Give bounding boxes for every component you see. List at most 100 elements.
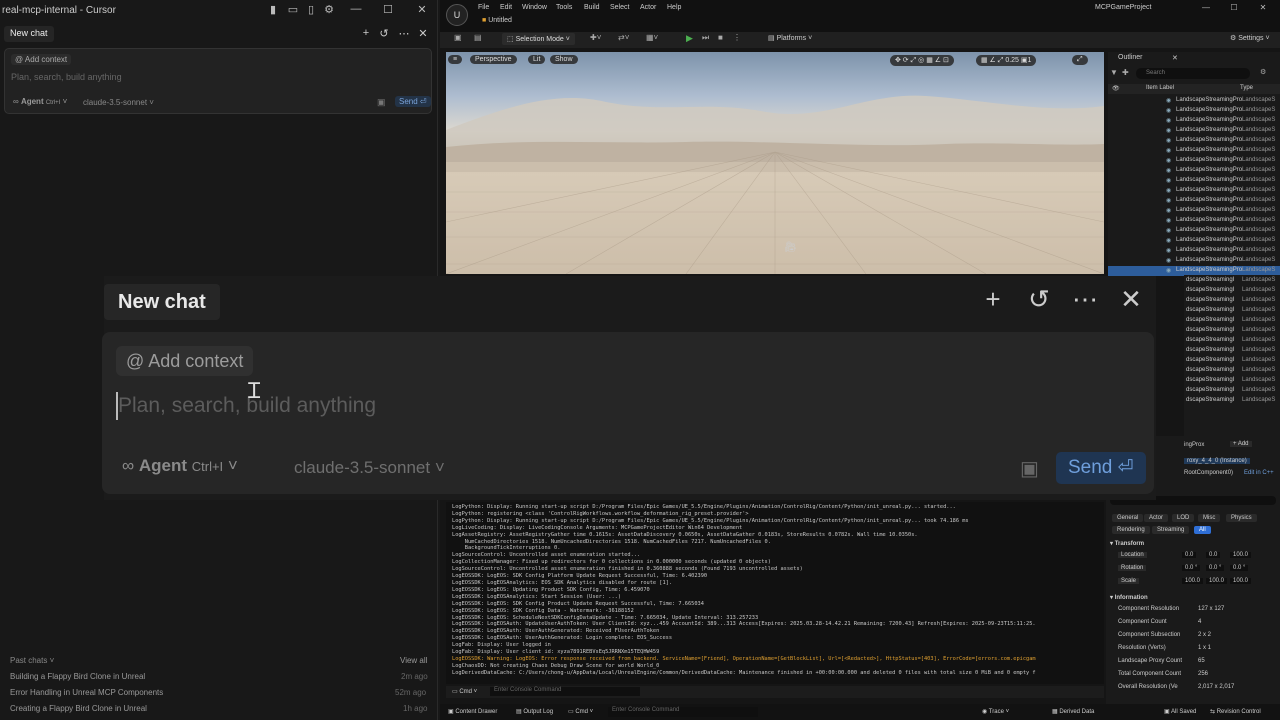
selection-mode-dropdown[interactable]: ⬚ Selection Mode ˅ <box>502 33 575 45</box>
outliner-row[interactable]: ◉ LandscapeStreamingPro LandscapeS <box>1108 196 1280 206</box>
zoom-send-button[interactable]: Send ⏎ <box>1056 452 1146 484</box>
more-options-icon[interactable]: ⋯ <box>397 27 411 40</box>
history-icon[interactable]: ↺ <box>377 27 391 40</box>
viewport-menu-icon[interactable]: ≡ <box>448 55 463 64</box>
derived-data-button[interactable]: ▦ Derived Data <box>1052 708 1094 715</box>
minimize-icon[interactable]: — <box>348 3 364 15</box>
add-filter-icon[interactable]: ✚ <box>1122 68 1129 77</box>
transform-value-input[interactable]: 100.0 <box>1230 552 1252 558</box>
outliner-row[interactable]: ◉ LandscapeStreamingPro LandscapeS <box>1108 136 1280 146</box>
add-context-button[interactable]: @ Add context <box>11 54 72 65</box>
menu-select[interactable]: Select <box>610 4 629 11</box>
filter-icon[interactable]: ▼ <box>1110 68 1118 77</box>
outliner-row[interactable]: ◉ LandscapeStreamingPro LandscapeS <box>1108 156 1280 166</box>
console-command-input[interactable]: Enter Console Command <box>490 687 640 696</box>
col-item-label[interactable]: Item Label <box>1146 85 1174 91</box>
tab-all[interactable]: All <box>1194 526 1211 534</box>
edit-in-cpp-link[interactable]: Edit in C++ <box>1244 470 1274 476</box>
sequencer-icon[interactable]: ▦˅ <box>646 33 658 42</box>
menu-file[interactable]: File <box>478 4 489 11</box>
outliner-row[interactable]: ◉ LandscapeStreamingPro LandscapeS <box>1108 246 1280 256</box>
cmd-dropdown[interactable]: ▭ Cmd ˅ <box>452 688 477 695</box>
transform-label[interactable]: Rotation <box>1118 565 1147 571</box>
play-icon[interactable]: ▶ <box>686 33 693 44</box>
zoom-chat-input[interactable]: Plan, search, build anything <box>118 394 376 418</box>
perspective-button[interactable]: Perspective <box>470 55 517 64</box>
close-chat-icon[interactable]: ✕ <box>416 27 430 40</box>
maximize-icon[interactable]: ☐ <box>380 3 396 16</box>
menu-window[interactable]: Window <box>522 4 547 11</box>
chat-input[interactable]: Plan, search, build anything <box>11 72 122 82</box>
blueprint-icon[interactable]: ⇄˅ <box>618 33 629 42</box>
menu-actor[interactable]: Actor <box>640 4 656 11</box>
status-console-input[interactable]: Enter Console Command <box>608 707 758 717</box>
past-chat-item[interactable]: Creating a Flappy Bird Clone in Unreal <box>10 704 147 713</box>
outliner-row[interactable]: dscapeStreamingI LandscapeS <box>1184 356 1278 366</box>
transform-value-input[interactable]: 100.0 <box>1230 578 1252 584</box>
outliner-row[interactable]: ◉ LandscapeStreamingPro LandscapeS <box>1108 126 1280 136</box>
outliner-row[interactable]: dscapeStreamingI LandscapeS <box>1184 396 1278 406</box>
step-icon[interactable]: ⏭ <box>702 33 709 43</box>
zoom-model-selector[interactable]: claude-3.5-sonnet ˅ <box>294 458 445 478</box>
transform-value-input[interactable]: 100.0 <box>1182 578 1204 584</box>
lit-button[interactable]: Lit <box>528 55 546 64</box>
view-all-link[interactable]: View all <box>400 656 427 665</box>
all-saved-indicator[interactable]: ▣ All Saved <box>1164 708 1196 715</box>
outliner-row[interactable]: dscapeStreamingI LandscapeS <box>1184 326 1278 336</box>
settings-dropdown[interactable]: ⚙ Settings ˅ <box>1230 34 1270 42</box>
toggle-sidebar-icon[interactable]: ▮ <box>265 3 281 16</box>
transform-value-input[interactable]: 0.0 ° <box>1206 565 1225 571</box>
outliner-row[interactable]: dscapeStreamingI LandscapeS <box>1184 286 1278 296</box>
tab-lod[interactable]: LOD <box>1172 514 1195 522</box>
outliner-settings-icon[interactable]: ⚙ <box>1260 68 1266 76</box>
zoom-add-context-button[interactable]: @ Add context <box>116 346 254 376</box>
outliner-row[interactable]: ◉ LandscapeStreamingPro LandscapeS <box>1108 216 1280 226</box>
outliner-row[interactable]: ◉ LandscapeStreamingPro LandscapeS <box>1108 186 1280 196</box>
outliner-row[interactable]: dscapeStreamingI LandscapeS <box>1184 376 1278 386</box>
play-options-icon[interactable]: ⋮ <box>733 33 741 42</box>
tab-physics[interactable]: Physics <box>1226 514 1257 522</box>
show-button[interactable]: Show <box>550 55 578 64</box>
zoom-agent-mode-selector[interactable]: ∞ Agent Ctrl+I ˅ <box>122 456 238 476</box>
zoom-more-options-icon[interactable]: ⋯ <box>1068 284 1102 315</box>
trace-button[interactable]: ◉ Trace ˅ <box>982 708 1009 715</box>
content-icon[interactable]: ▤ <box>474 33 482 42</box>
outliner-row[interactable]: dscapeStreamingI LandscapeS <box>1184 346 1278 356</box>
transform-value-input[interactable]: 0.0 <box>1206 552 1221 558</box>
new-chat-plus-icon[interactable]: + <box>359 27 373 39</box>
zoom-image-upload-icon[interactable]: ▣ <box>1020 456 1039 481</box>
outliner-row[interactable]: ◉ LandscapeStreamingPro LandscapeS <box>1108 206 1280 216</box>
information-section[interactable]: ▾ Information <box>1110 594 1148 601</box>
output-log-button[interactable]: ▤ Output Log <box>516 708 553 715</box>
outliner-row[interactable]: ◉ LandscapeStreamingPro LandscapeS <box>1108 106 1280 116</box>
tab-rendering[interactable]: Rendering <box>1112 526 1150 534</box>
outliner-row[interactable]: dscapeStreamingI LandscapeS <box>1184 336 1278 346</box>
menu-build[interactable]: Build <box>584 4 600 11</box>
tab-actor[interactable]: Actor <box>1144 514 1169 522</box>
outliner-row[interactable]: dscapeStreamingI LandscapeS <box>1184 316 1278 326</box>
toggle-secondary-sidebar-icon[interactable]: ▯ <box>303 3 319 16</box>
tab-misc[interactable]: Misc <box>1198 514 1221 522</box>
agent-mode-selector[interactable]: ∞ Agent Ctrl+I ˅ <box>13 97 67 106</box>
zoom-close-chat-icon[interactable]: ✕ <box>1114 284 1148 315</box>
platforms-dropdown[interactable]: ▤ Platforms ˅ <box>768 34 812 42</box>
ue-maximize-icon[interactable]: ☐ <box>1226 3 1242 12</box>
content-drawer-button[interactable]: ▣ Content Drawer <box>448 708 497 715</box>
menu-edit[interactable]: Edit <box>500 4 512 11</box>
close-window-icon[interactable]: ✕ <box>414 3 430 16</box>
transform-section[interactable]: ▾ Transform <box>1110 540 1144 547</box>
transform-tools[interactable]: ✥ ⟳ ⤢ ◎ ▦ ∠ ⊡ <box>890 55 954 66</box>
ue-close-icon[interactable]: ✕ <box>1255 3 1271 12</box>
stop-icon[interactable]: ■ <box>718 33 723 42</box>
transform-label[interactable]: Location <box>1118 552 1147 558</box>
outliner-row[interactable]: dscapeStreamingI LandscapeS <box>1184 276 1278 286</box>
transform-value-input[interactable]: 0.0 ° <box>1230 565 1249 571</box>
zoom-tab-new-chat[interactable]: New chat <box>104 284 220 320</box>
outliner-row[interactable]: ◉ LandscapeStreamingPro LandscapeS <box>1108 256 1280 266</box>
settings-gear-icon[interactable]: ⚙ <box>321 3 337 16</box>
toggle-panel-icon[interactable]: ▭ <box>285 3 301 16</box>
image-upload-icon[interactable]: ▣ <box>377 97 386 108</box>
menu-help[interactable]: Help <box>667 4 681 11</box>
model-selector[interactable]: claude-3.5-sonnet ˅ <box>83 98 154 107</box>
outliner-row[interactable]: ◉ LandscapeStreamingPro LandscapeS <box>1108 236 1280 246</box>
